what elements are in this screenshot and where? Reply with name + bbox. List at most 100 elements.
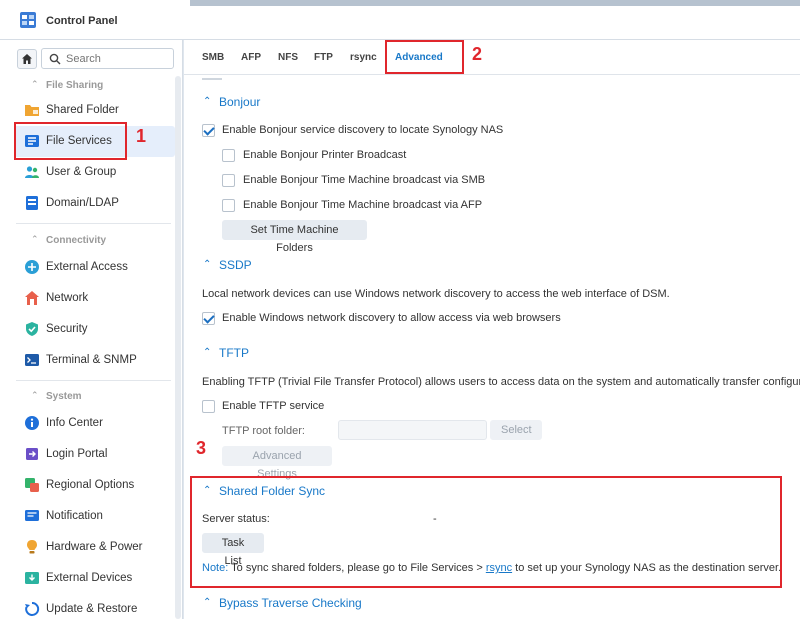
tab-rsync[interactable]: rsync [350, 52, 377, 63]
chevron-up-icon: ⌃ [31, 390, 39, 400]
section-label: File Sharing [46, 80, 104, 91]
bonjour-discovery-checkbox[interactable] [202, 124, 215, 137]
sidebar-item-label: External Devices [46, 572, 133, 584]
sidebar-item-label: External Access [46, 261, 128, 273]
callout-box-shared-folder-sync [190, 476, 782, 588]
sidebar-item-external-devices[interactable]: External Devices [14, 563, 175, 594]
search-icon [49, 53, 61, 65]
sidebar-item-label: Update & Restore [46, 603, 138, 615]
chevron-up-icon: ⌃ [203, 259, 212, 270]
sidebar-item-external-access[interactable]: External Access [14, 252, 175, 283]
section-tftp[interactable]: ⌃ TFTP [184, 346, 484, 364]
sidebar-item-label: Info Center [46, 417, 103, 429]
sidebar-item-domain-ldap[interactable]: Domain/LDAP [14, 188, 175, 219]
search-box[interactable] [41, 48, 174, 69]
section-title-label: Bonjour [219, 95, 261, 109]
section-title-label: Bypass Traverse Checking [219, 596, 362, 610]
network-icon [25, 291, 39, 305]
bonjour-discovery-label: Enable Bonjour service discovery to loca… [222, 124, 504, 136]
external-devices-icon [25, 572, 39, 584]
callout-box-file-services [14, 122, 127, 160]
tftp-enable-label: Enable TFTP service [222, 400, 325, 412]
ssdp-enable-checkbox[interactable] [202, 312, 215, 325]
ssdp-enable-label: Enable Windows network discovery to allo… [222, 312, 561, 324]
sidebar-item-label: Shared Folder [46, 104, 119, 116]
sidebar-item-label: Security [46, 323, 88, 335]
section-title-label: SSDP [219, 258, 252, 272]
ssdp-description: Local network devices can use Windows ne… [202, 288, 670, 300]
notification-icon [25, 510, 39, 521]
callout-number-2: 2 [472, 44, 483, 64]
sidebar-item-terminal-snmp[interactable]: Terminal & SNMP [14, 345, 175, 376]
home-button[interactable] [17, 49, 37, 69]
sidebar-item-network[interactable]: Network [14, 283, 175, 314]
tftp-description-clip: Enabling TFTP (Trivial File Transfer Pro… [202, 376, 800, 390]
section-divider [16, 380, 171, 381]
sidebar-item-label: Hardware & Power [46, 541, 143, 553]
callout-number-3: 3 [196, 438, 207, 458]
chevron-up-icon: ⌃ [31, 79, 39, 89]
section-system[interactable]: ⌃ System [0, 386, 176, 406]
security-shield-icon [26, 322, 38, 336]
tab-nfs[interactable]: NFS [278, 52, 298, 63]
section-divider [16, 223, 171, 224]
sidebar-item-hardware-power[interactable]: Hardware & Power [14, 532, 175, 563]
sidebar-scrollbar[interactable] [175, 76, 181, 619]
tftp-enable-checkbox[interactable] [202, 400, 215, 413]
external-access-icon [25, 260, 39, 274]
search-input[interactable] [66, 51, 166, 66]
sidebar-item-label: Regional Options [46, 479, 135, 491]
section-file-sharing[interactable]: ⌃ File Sharing [0, 75, 176, 95]
tftp-advanced-settings-button[interactable]: Advanced Settings [222, 446, 332, 480]
window-titlebar: Control Panel [0, 0, 800, 40]
sidebar-item-label: Domain/LDAP [46, 197, 119, 209]
sidebar-item-user-group[interactable]: User & Group [14, 157, 175, 188]
bonjour-printer-checkbox[interactable] [222, 149, 235, 162]
hardware-power-icon [27, 540, 37, 554]
bonjour-printer-label: Enable Bonjour Printer Broadcast [243, 149, 407, 161]
tab-bar: SMB AFP NFS FTP rsync Advanced [184, 40, 800, 75]
section-connectivity[interactable]: ⌃ Connectivity [0, 230, 176, 250]
home-icon [22, 54, 32, 64]
sidebar-item-regional-options[interactable]: Regional Options [14, 470, 175, 501]
tab-afp[interactable]: AFP [241, 52, 261, 63]
sidebar-item-label: User & Group [46, 166, 117, 178]
update-restore-icon [25, 601, 40, 616]
bonjour-tm-smb-checkbox[interactable] [222, 174, 235, 187]
sidebar-item-notification[interactable]: Notification [14, 501, 175, 532]
sidebar-item-label: Terminal & SNMP [46, 354, 137, 366]
set-time-machine-folders-button[interactable]: Set Time Machine Folders [222, 220, 367, 254]
bonjour-tm-afp-checkbox[interactable] [222, 199, 235, 212]
sidebar-item-update-restore[interactable]: Update & Restore [14, 594, 175, 619]
section-ssdp[interactable]: ⌃ SSDP [184, 258, 484, 276]
login-portal-icon [26, 448, 38, 460]
section-label: Connectivity [46, 235, 107, 246]
section-bonjour[interactable]: ⌃ Bonjour [184, 95, 484, 113]
callout-box-advanced-tab [385, 40, 464, 74]
chevron-up-icon: ⌃ [203, 597, 212, 608]
window-title: Control Panel [46, 15, 118, 27]
sidebar-item-login-portal[interactable]: Login Portal [14, 439, 175, 470]
tab-ftp[interactable]: FTP [314, 52, 333, 63]
sidebar-item-security[interactable]: Security [14, 314, 175, 345]
tftp-root-folder-label: TFTP root folder: [222, 425, 305, 437]
section-bypass-traverse-checking[interactable]: ⌃ Bypass Traverse Checking [184, 596, 484, 614]
tftp-root-folder-field[interactable] [338, 420, 487, 440]
background-window-strip [190, 0, 800, 6]
control-panel-icon [20, 12, 36, 28]
user-group-icon [25, 166, 39, 178]
section-label: System [46, 391, 82, 402]
regional-options-icon [25, 478, 39, 492]
sidebar-item-label: Notification [46, 510, 103, 522]
terminal-icon [25, 354, 39, 366]
sidebar-item-label: Login Portal [46, 448, 108, 460]
bonjour-tm-afp-label: Enable Bonjour Time Machine broadcast vi… [243, 199, 483, 211]
shared-folder-icon [25, 105, 39, 116]
tftp-select-button[interactable]: Select [490, 420, 542, 440]
sidebar-item-info-center[interactable]: Info Center [14, 408, 175, 439]
sidebar-item-label: Network [46, 292, 89, 304]
info-icon [25, 416, 39, 430]
tftp-description: Enabling TFTP (Trivial File Transfer Pro… [202, 376, 800, 388]
chevron-up-icon: ⌃ [203, 347, 212, 358]
tab-smb[interactable]: SMB [202, 52, 224, 63]
